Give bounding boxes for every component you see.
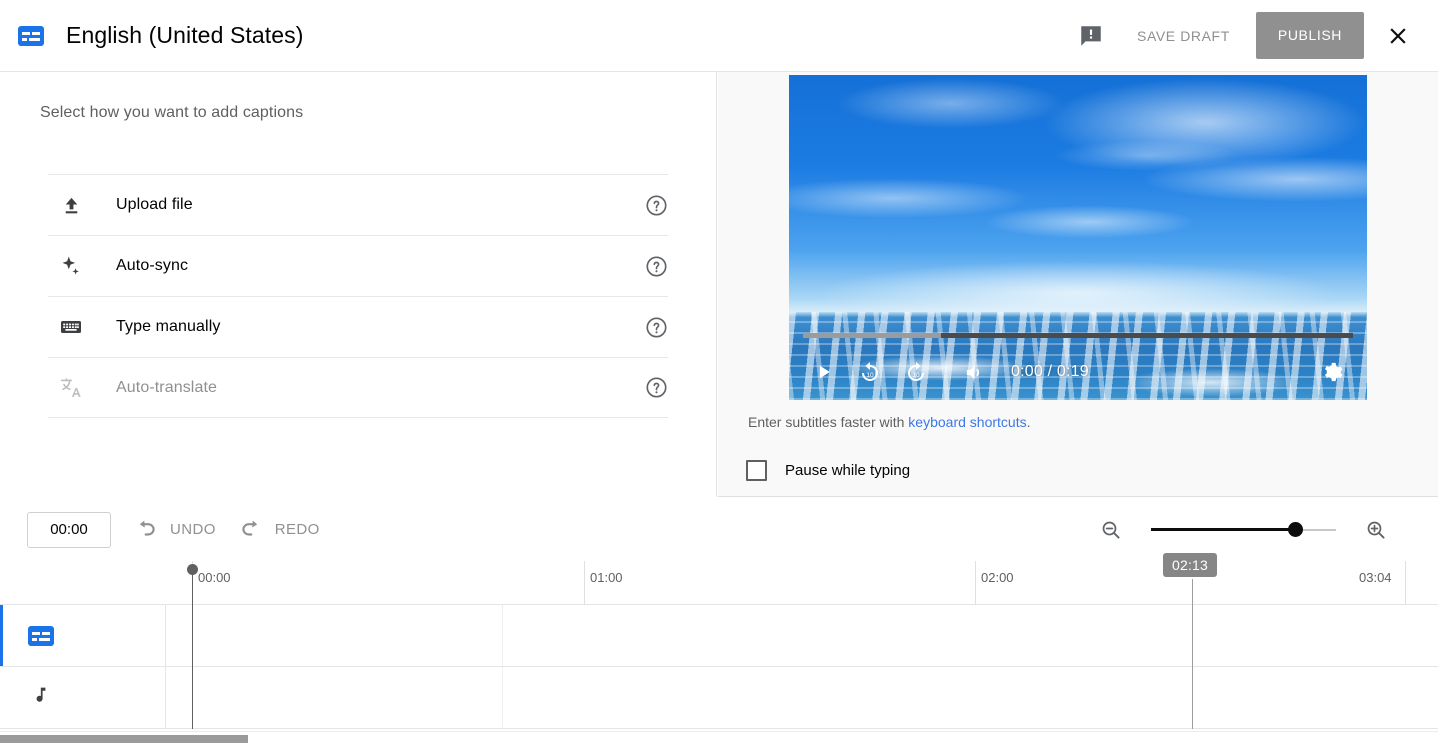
undo-arrow-icon — [133, 515, 159, 545]
track-row-audio[interactable] — [0, 667, 1438, 729]
settings-gear-icon[interactable] — [1309, 349, 1355, 395]
timeline-hover-line — [1192, 579, 1193, 729]
scrollbar-thumb[interactable] — [0, 735, 248, 743]
replay-10-icon[interactable]: 10 — [847, 349, 893, 395]
header-actions: SAVE DRAFT PUBLISH — [1067, 12, 1438, 60]
panel-heading: Select how you want to add captions — [40, 104, 304, 121]
music-note-icon — [28, 684, 50, 711]
pause-while-typing-label: Pause while typing — [785, 462, 911, 479]
ruler-tick — [584, 561, 585, 605]
help-circle-icon[interactable] — [645, 194, 668, 217]
keyboard-icon — [48, 315, 94, 339]
timeline-playhead[interactable] — [187, 564, 198, 729]
header-left-group: English (United States) — [0, 22, 304, 49]
method-row-upload-file[interactable]: Upload file — [48, 174, 668, 235]
help-circle-icon[interactable] — [645, 255, 668, 278]
upload-icon — [48, 194, 94, 217]
close-x-icon[interactable] — [1374, 12, 1422, 60]
svg-text:10: 10 — [866, 372, 874, 379]
ruler-tick — [1405, 561, 1406, 605]
video-progress-bar[interactable] — [803, 333, 1353, 338]
forward-10-icon[interactable]: 10 — [893, 349, 939, 395]
method-label: Auto-sync — [116, 257, 189, 274]
track-header-audio[interactable] — [0, 667, 166, 728]
undo-label: UNDO — [170, 521, 216, 538]
redo-arrow-icon — [238, 515, 264, 545]
pause-while-typing-checkbox[interactable] — [746, 460, 767, 481]
timeline-tracks — [0, 605, 1438, 729]
method-row-auto-translate[interactable]: Auto-translate — [48, 357, 668, 418]
video-progress-buffered — [803, 333, 941, 338]
timecode-input[interactable]: 00:00 — [27, 511, 111, 548]
auto-awesome-sparkle-icon — [48, 254, 94, 278]
zoom-in-icon[interactable] — [1356, 510, 1396, 550]
method-row-auto-sync[interactable]: Auto-sync — [48, 235, 668, 296]
video-preview-panel: 10 10 0:00 / 0:19 Enter subtitles faster… — [718, 72, 1438, 497]
timeline-ruler[interactable]: 00:00 01:00 02:00 03:04 — [0, 561, 1438, 605]
volume-up-icon[interactable] — [951, 349, 997, 395]
publish-button[interactable]: PUBLISH — [1255, 12, 1364, 59]
ruler-tick-label: 03:04 — [1359, 570, 1392, 585]
undo-button[interactable]: UNDO — [133, 515, 216, 545]
translate-icon — [48, 376, 94, 400]
zoom-level-slider[interactable] — [1151, 520, 1336, 540]
method-label: Auto-translate — [116, 378, 218, 396]
timeline-horizontal-scrollbar[interactable] — [0, 731, 1438, 743]
captions-editor-window: English (United States) SAVE DRAFT PUBLI… — [0, 0, 1438, 748]
keyboard-shortcuts-hint: Enter subtitles faster with keyboard sho… — [748, 414, 1030, 430]
hint-text-after: . — [1026, 414, 1031, 430]
video-frame-sky — [789, 75, 1367, 313]
page-title: English (United States) — [66, 22, 304, 48]
help-circle-icon[interactable] — [645, 316, 668, 339]
hint-text-before: Enter subtitles faster with — [748, 414, 909, 430]
track-body-subtitles[interactable] — [166, 605, 1438, 666]
ruler-tick-label: 02:00 — [981, 570, 1014, 585]
save-draft-button[interactable]: SAVE DRAFT — [1121, 18, 1246, 54]
pause-while-typing-row[interactable]: Pause while typing — [746, 460, 910, 481]
caption-method-list: Upload file Auto-sync Type manually Auto… — [48, 174, 668, 418]
player-controls: 10 10 0:00 / 0:19 — [789, 344, 1367, 400]
svg-text:10: 10 — [912, 372, 920, 379]
slider-fill — [1151, 527, 1296, 531]
track-row-subtitles[interactable] — [0, 605, 1438, 667]
add-captions-panel: Select how you want to add captions Uplo… — [0, 72, 717, 497]
feedback-comment-icon[interactable] — [1067, 12, 1115, 60]
app-header: English (United States) SAVE DRAFT PUBLI… — [0, 0, 1438, 72]
track-body-audio[interactable] — [166, 667, 1438, 728]
timeline-toolbar: 00:00 UNDO REDO — [0, 498, 1438, 561]
closed-caption-icon — [18, 25, 44, 46]
help-circle-icon[interactable] — [645, 376, 668, 399]
zoom-out-icon[interactable] — [1091, 510, 1131, 550]
video-player[interactable]: 10 10 0:00 / 0:19 — [789, 75, 1367, 400]
track-header-subtitles[interactable] — [0, 605, 166, 666]
ruler-tick-label: 01:00 — [590, 570, 623, 585]
method-label: Upload file — [116, 196, 193, 213]
ruler-tick-label: 00:00 — [198, 570, 231, 585]
timeline-area: 00:00 01:00 02:00 03:04 — [0, 561, 1438, 748]
playhead-knob[interactable] — [187, 564, 198, 575]
redo-button[interactable]: REDO — [238, 515, 320, 545]
keyboard-shortcuts-link[interactable]: keyboard shortcuts — [908, 414, 1026, 430]
timeline-hover-tooltip: 02:13 — [1163, 553, 1218, 577]
method-row-type-manually[interactable]: Type manually — [48, 296, 668, 357]
play-icon[interactable] — [801, 349, 847, 395]
redo-label: REDO — [274, 521, 320, 538]
video-time-display: 0:00 / 0:19 — [1011, 363, 1089, 380]
ruler-tick — [975, 561, 976, 605]
zoom-controls — [1091, 510, 1422, 550]
slider-thumb[interactable] — [1288, 521, 1304, 537]
closed-caption-icon — [28, 625, 54, 646]
method-label: Type manually — [116, 318, 221, 335]
